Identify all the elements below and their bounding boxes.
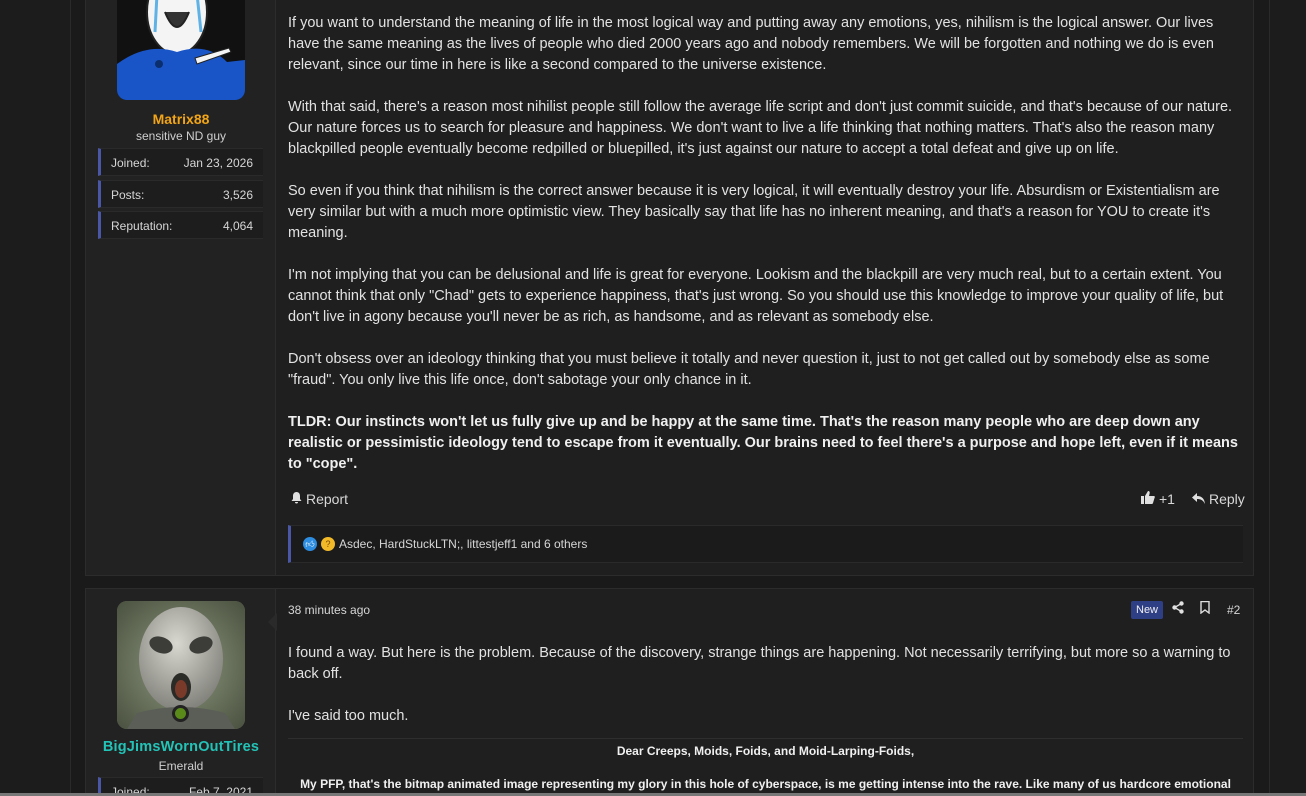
user-title: sensitive ND guy	[135, 129, 227, 143]
new-badge: New	[1131, 601, 1164, 619]
stat-value: 3,526	[222, 188, 253, 202]
stat-row-reputation: Reputation: 4,064	[98, 211, 263, 239]
reply-button[interactable]: Reply	[1192, 491, 1245, 507]
like-reaction-icon: 👍︎	[303, 537, 317, 551]
post: Matrix88 sensitive ND guy Joined: Jan 23…	[85, 0, 1254, 576]
paragraph: I found a way. But here is the problem. …	[288, 645, 1231, 682]
stat-label: Joined:	[111, 156, 150, 170]
message-body: I found a way. But here is the problem. …	[288, 643, 1243, 748]
user-info-column: Matrix88 sensitive ND guy Joined: Jan 23…	[86, 0, 276, 575]
stat-row-joined: Joined: Jan 23, 2026	[98, 148, 263, 176]
avatar[interactable]	[117, 0, 245, 100]
post-timestamp[interactable]: 38 minutes ago	[288, 603, 370, 617]
reply-arrow-icon	[1192, 492, 1205, 507]
paragraph: If you want to understand the meaning of…	[288, 15, 1214, 73]
signature-divider	[288, 738, 1243, 739]
user-info-column: BigJimsWornOutTires Emerald Joined: Feb …	[86, 589, 276, 796]
like-button[interactable]: +1	[1141, 491, 1175, 507]
stat-row-posts: Posts: 3,526	[98, 180, 263, 208]
thinking-reaction-icon: ?	[321, 537, 335, 551]
tldr-paragraph: TLDR: Our instincts won't let us fully g…	[288, 414, 1238, 472]
post-number-link[interactable]: #2	[1227, 603, 1240, 617]
username[interactable]: Matrix88	[86, 111, 276, 127]
post-pointer-arrow	[268, 613, 277, 631]
paragraph: With that said, there's a reason most ni…	[288, 99, 1233, 157]
user-title: Emerald	[158, 759, 204, 773]
username[interactable]: BigJimsWornOutTires	[86, 739, 276, 755]
online-status-indicator	[172, 705, 189, 722]
like-count: +1	[1159, 491, 1175, 507]
report-button[interactable]: Report	[291, 491, 348, 507]
stat-label: Posts:	[111, 188, 145, 202]
paragraph: I'm not implying that you can be delusio…	[288, 267, 1224, 325]
thumbs-up-icon	[1141, 491, 1155, 507]
stat-label: Reputation:	[111, 219, 173, 233]
signature-line: Dear Creeps, Moids, Foids, and Moid-Larp…	[616, 744, 915, 758]
signature-line: My PFP, that's the bitmap animated image…	[300, 777, 1231, 791]
paragraph: I've said too much.	[288, 708, 409, 724]
paragraph: So even if you think that nihilism is th…	[288, 183, 1220, 241]
stat-value: 4,064	[222, 219, 253, 233]
share-icon[interactable]	[1172, 601, 1184, 617]
bookmark-icon[interactable]	[1200, 600, 1210, 617]
reactions-bar[interactable]: 👍︎ ? Asdec, HardStuckLTN;, littestjeff1 …	[288, 525, 1243, 563]
post-meta-bar: 38 minutes ago New #2	[288, 600, 1243, 621]
report-label: Report	[306, 491, 349, 507]
reactions-list[interactable]: Asdec, HardStuckLTN;, littestjeff1 and 6…	[339, 537, 587, 551]
bell-icon	[291, 491, 302, 507]
stat-value: Jan 23, 2026	[183, 156, 253, 170]
reply-label: Reply	[1209, 491, 1245, 507]
post: BigJimsWornOutTires Emerald Joined: Feb …	[85, 588, 1254, 796]
post-actions: Report +1 Reply	[288, 491, 1245, 511]
message-body: If you want to understand the meaning of…	[288, 13, 1243, 496]
wojak-avatar-image	[117, 0, 245, 100]
paragraph: Don't obsess over an ideology thinking t…	[288, 351, 1210, 388]
